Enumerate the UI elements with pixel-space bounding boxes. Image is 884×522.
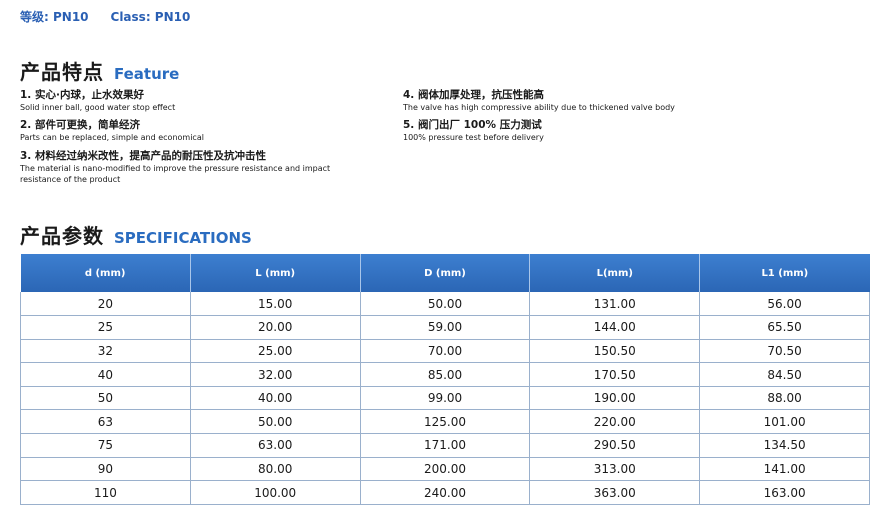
table-cell: 131.00 [529, 292, 701, 317]
feature-item-cn: 3. 材料经过纳米改性，提高产品的耐压性及抗冲击性 [20, 150, 266, 162]
feature-item-cn: 5. 阀门出厂 100% 压力测试 [403, 119, 542, 131]
specs-title-en: SPECIFICATIONS [114, 229, 252, 247]
table-row: 110 100.00 240.00 363.00 163.00 [20, 480, 870, 505]
table-cell: 290.50 [529, 433, 701, 458]
table-cell: 200.00 [360, 457, 531, 482]
table-cell: 363.00 [529, 480, 701, 505]
feature-item-4: 4. 阀体加厚处理，抗压性能高 The valve has high compr… [403, 88, 863, 113]
feature-item-cn: 4. 阀体加厚处理，抗压性能高 [403, 89, 544, 101]
table-row: 32 25.00 70.00 150.50 70.50 [20, 339, 870, 364]
col-header-l1: L1 (mm) [699, 254, 870, 292]
table-cell: 70.50 [699, 339, 870, 364]
table-row: 20 15.00 50.00 131.00 56.00 [20, 292, 870, 317]
table-cell: 59.00 [360, 315, 531, 340]
table-cell: 88.00 [699, 386, 870, 411]
col-header-d: d (mm) [20, 254, 191, 292]
table-cell: 125.00 [360, 409, 531, 435]
table-cell: 63 [20, 409, 191, 435]
table-cell: 110 [20, 480, 191, 505]
table-row: 50 40.00 99.00 190.00 88.00 [20, 386, 870, 411]
table-cell: 141.00 [699, 457, 870, 482]
feature-item-en-cont: resistance of the product [20, 175, 121, 184]
table-cell: 313.00 [529, 457, 701, 482]
table-cell: 50.00 [190, 409, 361, 435]
table-cell: 20 [20, 292, 191, 317]
table-cell: 25 [20, 315, 191, 340]
feature-item-cn: 2. 部件可更换，简单经济 [20, 119, 140, 131]
grade-cn: 等级: PN10 [20, 10, 89, 24]
table-cell: 90 [20, 457, 191, 482]
feature-item-en: Solid inner ball, good water stop effect [20, 103, 176, 112]
table-cell: 32.00 [190, 362, 361, 387]
table-cell: 190.00 [529, 386, 701, 411]
features-heading: 产品特点 Feature [20, 56, 179, 85]
table-cell: 75 [20, 433, 191, 458]
table-cell: 25.00 [190, 339, 361, 364]
table-cell: 84.50 [699, 362, 870, 387]
table-cell: 56.00 [699, 292, 870, 317]
pressure-class: 等级: PN10 Class: PN10 [20, 8, 190, 25]
features-title-cn: 产品特点 [20, 60, 104, 84]
col-header-d-outer: D (mm) [360, 254, 531, 292]
table-cell: 99.00 [360, 386, 531, 411]
table-cell: 50 [20, 386, 191, 411]
table-cell: 134.50 [699, 433, 870, 458]
table-cell: 70.00 [360, 339, 531, 364]
table-cell: 32 [20, 339, 191, 364]
table-cell: 40 [20, 362, 191, 387]
feature-item-1: 1. 实心·内球，止水效果好 Solid inner ball, good wa… [20, 88, 380, 113]
table-row: 40 32.00 85.00 170.50 84.50 [20, 362, 870, 387]
col-header-l: L (mm) [190, 254, 361, 292]
table-cell: 220.00 [529, 409, 701, 435]
grade-en: Class: PN10 [110, 10, 191, 24]
feature-item-5: 5. 阀门出厂 100% 压力测试 100% pressure test bef… [403, 118, 863, 143]
table-cell: 101.00 [699, 409, 870, 435]
feature-item-cn: 1. 实心·内球，止水效果好 [20, 89, 144, 101]
feature-item-en: 100% pressure test before delivery [403, 133, 544, 142]
feature-item-en: Parts can be replaced, simple and econom… [20, 133, 204, 142]
table-cell: 85.00 [360, 362, 531, 387]
spec-table: d (mm) L (mm) D (mm) L(mm) L1 (mm) 20 15… [20, 254, 870, 505]
col-header-l-total: L(mm) [529, 254, 701, 292]
table-row: 90 80.00 200.00 313.00 141.00 [20, 457, 870, 482]
feature-item-en: The valve has high compressive ability d… [403, 103, 675, 112]
table-cell: 150.50 [529, 339, 701, 364]
specs-heading: 产品参数 SPECIFICATIONS [20, 220, 252, 249]
table-row: 25 20.00 59.00 144.00 65.50 [20, 315, 870, 340]
table-row: 75 63.00 171.00 290.50 134.50 [20, 433, 870, 458]
features-title-en: Feature [114, 65, 180, 83]
table-cell: 240.00 [360, 480, 531, 505]
table-row: 63 50.00 125.00 220.00 101.00 [20, 409, 870, 435]
table-cell: 20.00 [190, 315, 361, 340]
spec-table-header: d (mm) L (mm) D (mm) L(mm) L1 (mm) [20, 254, 870, 292]
table-cell: 144.00 [529, 315, 701, 340]
table-cell: 63.00 [190, 433, 361, 458]
feature-item-en: The material is nano-modified to improve… [20, 164, 331, 173]
table-cell: 171.00 [360, 433, 531, 458]
table-cell: 40.00 [190, 386, 361, 411]
table-cell: 80.00 [190, 457, 361, 482]
table-cell: 100.00 [190, 480, 361, 505]
table-cell: 170.50 [529, 362, 701, 387]
specs-title-cn: 产品参数 [20, 224, 104, 248]
table-cell: 15.00 [190, 292, 361, 317]
table-cell: 163.00 [699, 480, 870, 505]
table-cell: 50.00 [360, 292, 531, 317]
feature-item-2: 2. 部件可更换，简单经济 Parts can be replaced, sim… [20, 118, 380, 143]
table-cell: 65.50 [699, 315, 870, 340]
feature-item-3: 3. 材料经过纳米改性，提高产品的耐压性及抗冲击性 The material i… [20, 149, 380, 185]
